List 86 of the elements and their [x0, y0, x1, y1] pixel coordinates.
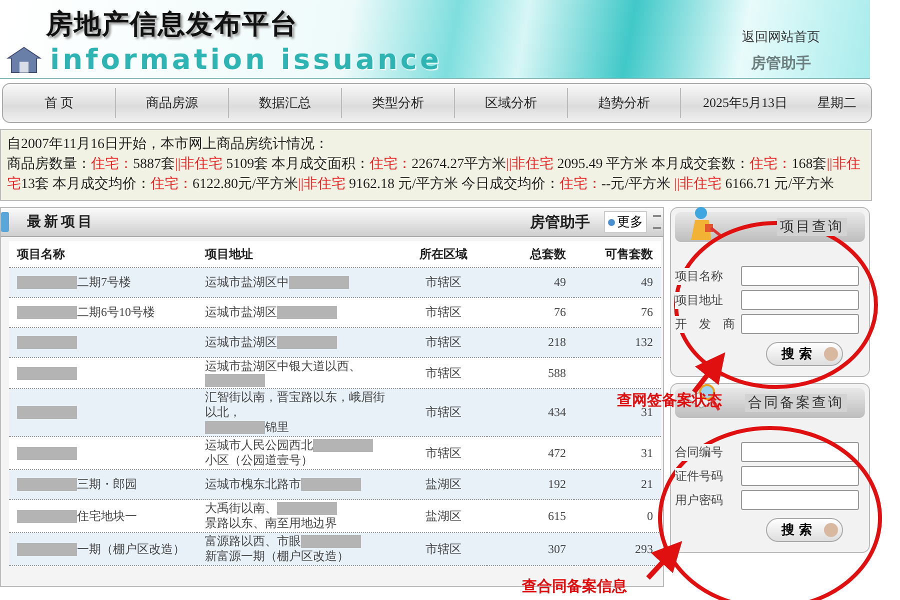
redaction-block	[17, 542, 77, 556]
project-name: 二期7号楼	[77, 275, 131, 290]
annotation-caption: 查合同备案信息	[522, 577, 627, 596]
project-address: 汇智街以南，晋宝路以东，峨眉街以北，	[205, 390, 386, 420]
region-cell: 市辖区	[400, 388, 488, 436]
site-title: 房地产信息发布平台	[46, 8, 299, 42]
search-button[interactable]: 搜 索	[766, 518, 843, 542]
available-cell: 293	[574, 532, 661, 566]
redaction-block	[289, 276, 350, 289]
redaction-block	[301, 478, 362, 491]
assistant-label: 房管助手	[530, 212, 590, 232]
stats-intro: 自2007年11月16日开始，本市网上商品房统计情况：	[7, 135, 330, 154]
redaction-block	[17, 406, 77, 419]
house-icon	[6, 45, 42, 75]
input-field[interactable]	[741, 314, 859, 334]
project-address: 运城市盐湖区	[205, 305, 278, 320]
project-address: 运城市盐湖区	[205, 335, 278, 350]
input-field[interactable]	[741, 466, 859, 486]
nav-item[interactable]: 区域分析	[455, 88, 568, 118]
redaction-block	[17, 306, 77, 319]
input-field[interactable]	[741, 290, 859, 310]
project-address: 大禹街以南、	[205, 501, 278, 516]
redaction-block	[17, 446, 77, 460]
nav-item[interactable]: 数据汇总	[229, 88, 342, 118]
nav-item[interactable]: 趋势分析	[568, 88, 681, 118]
stats-paragraph: 商品房数量：住宅：5887套||非住宅 5109套 本月成交面积：住宅：22674.27平方米||非住宅 2095.49 平方米 本月成交套数：住宅：168套||非住宅13套 本月成交均价：住宅：6122.80元/平方米||非住宅 9162.18 元/平方米 今日成交均价：住宅：--元/平方米 ||非住宅 6166.71 元/平方米	[7, 155, 862, 194]
redaction-block	[17, 276, 77, 289]
available-cell: 132	[574, 328, 661, 358]
redaction-block	[313, 439, 374, 452]
redaction-block	[205, 374, 266, 387]
region-cell: 市辖区	[400, 328, 488, 358]
total-cell: 434	[487, 388, 574, 436]
input-field[interactable]	[741, 266, 859, 286]
more-button[interactable]: 更多	[604, 211, 647, 233]
input-field[interactable]	[741, 442, 859, 462]
redaction-block	[17, 336, 77, 349]
redaction-block	[17, 366, 77, 380]
home-link[interactable]: 返回网站首页	[742, 28, 820, 46]
project-address: 锦里	[265, 420, 290, 435]
grip-icon	[653, 215, 661, 229]
nav-item[interactable]: 商品房源	[116, 88, 229, 118]
date-text: 2025年5月13日	[703, 94, 788, 112]
arrow	[692, 352, 726, 394]
project-address: 富源路以西、市眼	[205, 534, 302, 549]
total-cell: 192	[487, 470, 574, 500]
project-name: 住宅地块一	[77, 508, 137, 524]
redaction-block	[205, 421, 266, 434]
project-name: 二期6号10号楼	[77, 305, 155, 320]
search-button[interactable]: 搜 索	[766, 342, 843, 366]
tab-marker-icon	[1, 212, 9, 232]
total-cell: 49	[487, 268, 574, 298]
project-address: 小区（公园道壹号）	[205, 453, 314, 468]
nav-item[interactable]: 首 页	[3, 88, 116, 118]
project-address: 运城市盐湖区中银大道以西、	[205, 359, 362, 374]
weekday-text: 星期二	[818, 94, 856, 112]
assistant-logo-text: 房管助手	[751, 54, 811, 73]
input-field[interactable]	[741, 490, 859, 510]
project-address: 运城市人民公园西北	[205, 438, 314, 453]
nav-item[interactable]: 类型分析	[342, 88, 455, 118]
project-address: 景路以东、南至用地边界	[205, 516, 338, 531]
project-address: 运城市盐湖区中	[205, 275, 290, 290]
total-cell: 307	[487, 532, 574, 566]
region-cell: 市辖区	[400, 532, 488, 566]
bullet-icon	[608, 218, 615, 226]
total-cell: 218	[487, 328, 574, 358]
play-icon	[824, 347, 838, 361]
available-cell: 49	[574, 268, 661, 298]
redaction-block	[277, 306, 338, 319]
redaction-block	[301, 535, 362, 548]
region-cell: 盐湖区	[400, 470, 488, 500]
card-title: 合同备案查询	[745, 394, 847, 412]
project-name: 三期・郎园	[77, 477, 137, 492]
project-address: 运城市槐东北路市	[205, 477, 302, 492]
region-cell: 市辖区	[400, 268, 488, 298]
project-address: 新富源一期（棚户区改造）	[205, 549, 350, 564]
field-label: 开 发 商	[675, 316, 737, 332]
play-icon	[824, 523, 838, 537]
project-name: 一期（棚户区改造）	[77, 542, 185, 556]
redaction-block	[17, 510, 77, 522]
card-title: 项目查询	[777, 218, 847, 236]
redaction-block	[17, 478, 77, 491]
available-cell: 21	[574, 470, 661, 500]
redaction-block	[277, 502, 338, 515]
panel-title: 最新项目	[27, 213, 96, 231]
redaction-block	[277, 336, 338, 349]
site-subtitle: information issuance	[50, 44, 442, 76]
